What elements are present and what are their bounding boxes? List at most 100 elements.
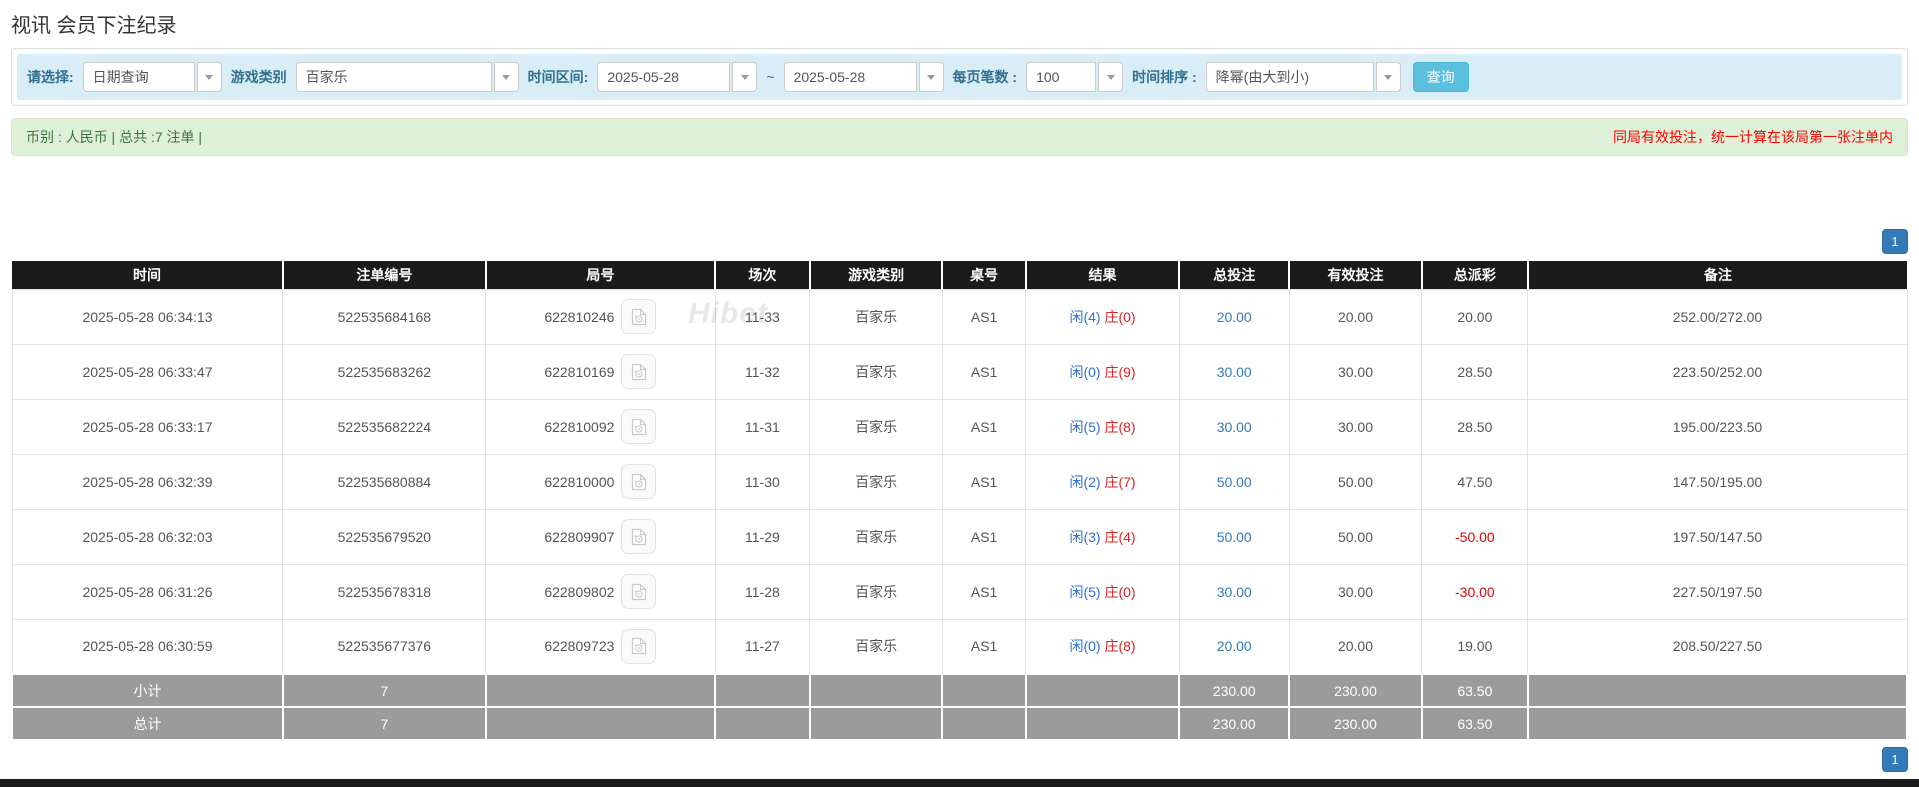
subtotal-row: 小计 7 230.00 230.00 63.50 <box>11 673 1909 708</box>
total-label: 总计 <box>11 706 284 741</box>
page-size-input[interactable] <box>1026 62 1097 92</box>
result-player: 闲(2) <box>1069 473 1101 490</box>
subtotal-payout: 63.50 <box>1420 673 1529 708</box>
cell-round: 622809802 <box>485 563 716 620</box>
cell-valid-bet: 30.00 <box>1288 398 1423 455</box>
video-replay-button[interactable] <box>621 574 657 609</box>
date-to-input[interactable] <box>783 62 917 92</box>
page-size-dropdown-button[interactable] <box>1098 62 1124 92</box>
video-replay-button[interactable] <box>621 409 657 444</box>
summary-currency-count: 币别 : 人民币 | 总共 :7 注单 | <box>26 129 203 145</box>
total-bet-link[interactable]: 20.00 <box>1217 309 1252 325</box>
game-type-input[interactable] <box>295 62 492 92</box>
cell-game-type: 百家乐 <box>809 398 943 455</box>
header-total-bet: 总投注 <box>1178 261 1290 289</box>
total-count: 7 <box>281 706 487 741</box>
table-row: 2025-05-28 06:31:26 522535678318 6228098… <box>11 563 1908 620</box>
header-time: 时间 <box>12 261 283 289</box>
video-replay-button[interactable] <box>621 628 657 664</box>
round-number: 622810246 <box>544 308 615 325</box>
page-size-combobox <box>1026 62 1124 92</box>
cell-time: 2025-05-28 06:32:03 <box>11 508 284 565</box>
header-table-no: 桌号 <box>941 261 1026 289</box>
date-range-separator: ~ <box>766 69 775 85</box>
page-1-button[interactable]: 1 <box>1882 229 1908 254</box>
query-button[interactable]: 查询 <box>1412 62 1469 92</box>
total-bet-link[interactable]: 50.00 <box>1217 529 1252 545</box>
cell-total-bet: 50.00 <box>1178 453 1290 510</box>
caret-down-icon <box>502 74 511 80</box>
cell-payout: 19.00 <box>1421 618 1529 675</box>
cell-bet-id: 522535679520 <box>282 508 487 565</box>
cell-time: 2025-05-28 06:30:59 <box>11 618 284 675</box>
cell-total-bet: 50.00 <box>1178 508 1290 565</box>
cell-session: 11-30 <box>714 453 811 510</box>
cell-round: 622809723 <box>485 618 716 675</box>
subtotal-valid-bet: 230.00 <box>1288 673 1423 708</box>
cell-valid-bet: 20.00 <box>1288 288 1423 345</box>
cell-time: 2025-05-28 06:31:26 <box>11 563 284 620</box>
cell-total-bet: 20.00 <box>1178 288 1290 345</box>
result-banker: 庄(9) <box>1104 363 1136 380</box>
sort-order-dropdown-button[interactable] <box>1375 62 1401 92</box>
video-replay-button[interactable] <box>621 299 657 334</box>
cell-payout: 28.50 <box>1421 343 1529 400</box>
subtotal-label: 小计 <box>11 673 284 708</box>
result-banker: 庄(8) <box>1104 418 1136 435</box>
cell-round: 622809907 <box>485 508 716 565</box>
table-row: 2025-05-28 06:32:03 522535679520 6228099… <box>11 508 1908 565</box>
page-1-button[interactable]: 1 <box>1882 747 1908 772</box>
result-player: 闲(5) <box>1069 583 1101 600</box>
video-replay-button[interactable] <box>621 464 657 499</box>
cell-bet-id: 522535680884 <box>282 453 487 510</box>
total-bet-link[interactable]: 30.00 <box>1217 584 1252 600</box>
total-bet-link[interactable]: 30.00 <box>1217 419 1252 435</box>
sort-order-label: 时间排序 : <box>1132 69 1197 85</box>
round-number: 622810092 <box>544 418 615 435</box>
header-payout: 总派彩 <box>1420 261 1528 289</box>
cell-time: 2025-05-28 06:33:17 <box>11 398 284 455</box>
subtotal-total-bet: 230.00 <box>1178 673 1291 708</box>
cell-game-type: 百家乐 <box>809 618 943 675</box>
video-replay-button[interactable] <box>621 354 657 389</box>
cell-total-bet: 20.00 <box>1178 618 1290 675</box>
cell-time: 2025-05-28 06:32:39 <box>11 453 284 510</box>
cell-remark: 223.50/252.00 <box>1527 343 1908 400</box>
round-number: 622810000 <box>544 473 615 490</box>
caret-down-icon <box>740 74 749 80</box>
date-from-input[interactable] <box>597 62 731 92</box>
cell-payout: 20.00 <box>1421 288 1529 345</box>
filter-bar: 请选择: 游戏类别 时间区间: ~ 每页笔数 : <box>17 54 1902 100</box>
date-to-dropdown-button[interactable] <box>918 62 944 92</box>
cell-valid-bet: 50.00 <box>1288 453 1423 510</box>
result-banker: 庄(8) <box>1104 638 1136 655</box>
cell-bet-id: 522535683262 <box>282 343 487 400</box>
cell-table-no: AS1 <box>941 508 1027 565</box>
query-type-dropdown-button[interactable] <box>196 62 222 92</box>
video-replay-button[interactable] <box>621 519 657 554</box>
header-result: 结果 <box>1024 261 1180 289</box>
total-bet-link[interactable]: 30.00 <box>1217 364 1252 380</box>
result-banker: 庄(0) <box>1104 308 1136 325</box>
total-bet-link[interactable]: 50.00 <box>1217 474 1252 490</box>
result-player: 闲(3) <box>1069 528 1101 545</box>
query-type-input[interactable] <box>82 62 195 92</box>
cell-table-no: AS1 <box>941 563 1027 620</box>
cell-game-type: 百家乐 <box>809 343 943 400</box>
cell-payout: -50.00 <box>1421 508 1529 565</box>
cell-game-type: 百家乐 <box>809 453 943 510</box>
select-type-label: 请选择: <box>27 69 74 85</box>
header-round: 局号 <box>484 261 716 289</box>
cell-bet-id: 522535678318 <box>282 563 487 620</box>
sort-order-input[interactable] <box>1205 62 1374 92</box>
video-file-icon <box>631 638 647 655</box>
cell-remark: 208.50/227.50 <box>1527 618 1908 675</box>
table-row: 2025-05-28 06:33:47 522535683262 6228101… <box>11 343 1908 400</box>
total-bet-link[interactable]: 20.00 <box>1217 638 1252 654</box>
round-number: 622809907 <box>544 528 615 545</box>
date-from-dropdown-button[interactable] <box>732 62 758 92</box>
game-type-dropdown-button[interactable] <box>493 62 519 92</box>
cell-round: 622810092 <box>485 398 716 455</box>
cell-bet-id: 522535682224 <box>282 398 487 455</box>
cell-game-type: 百家乐 <box>809 508 943 565</box>
